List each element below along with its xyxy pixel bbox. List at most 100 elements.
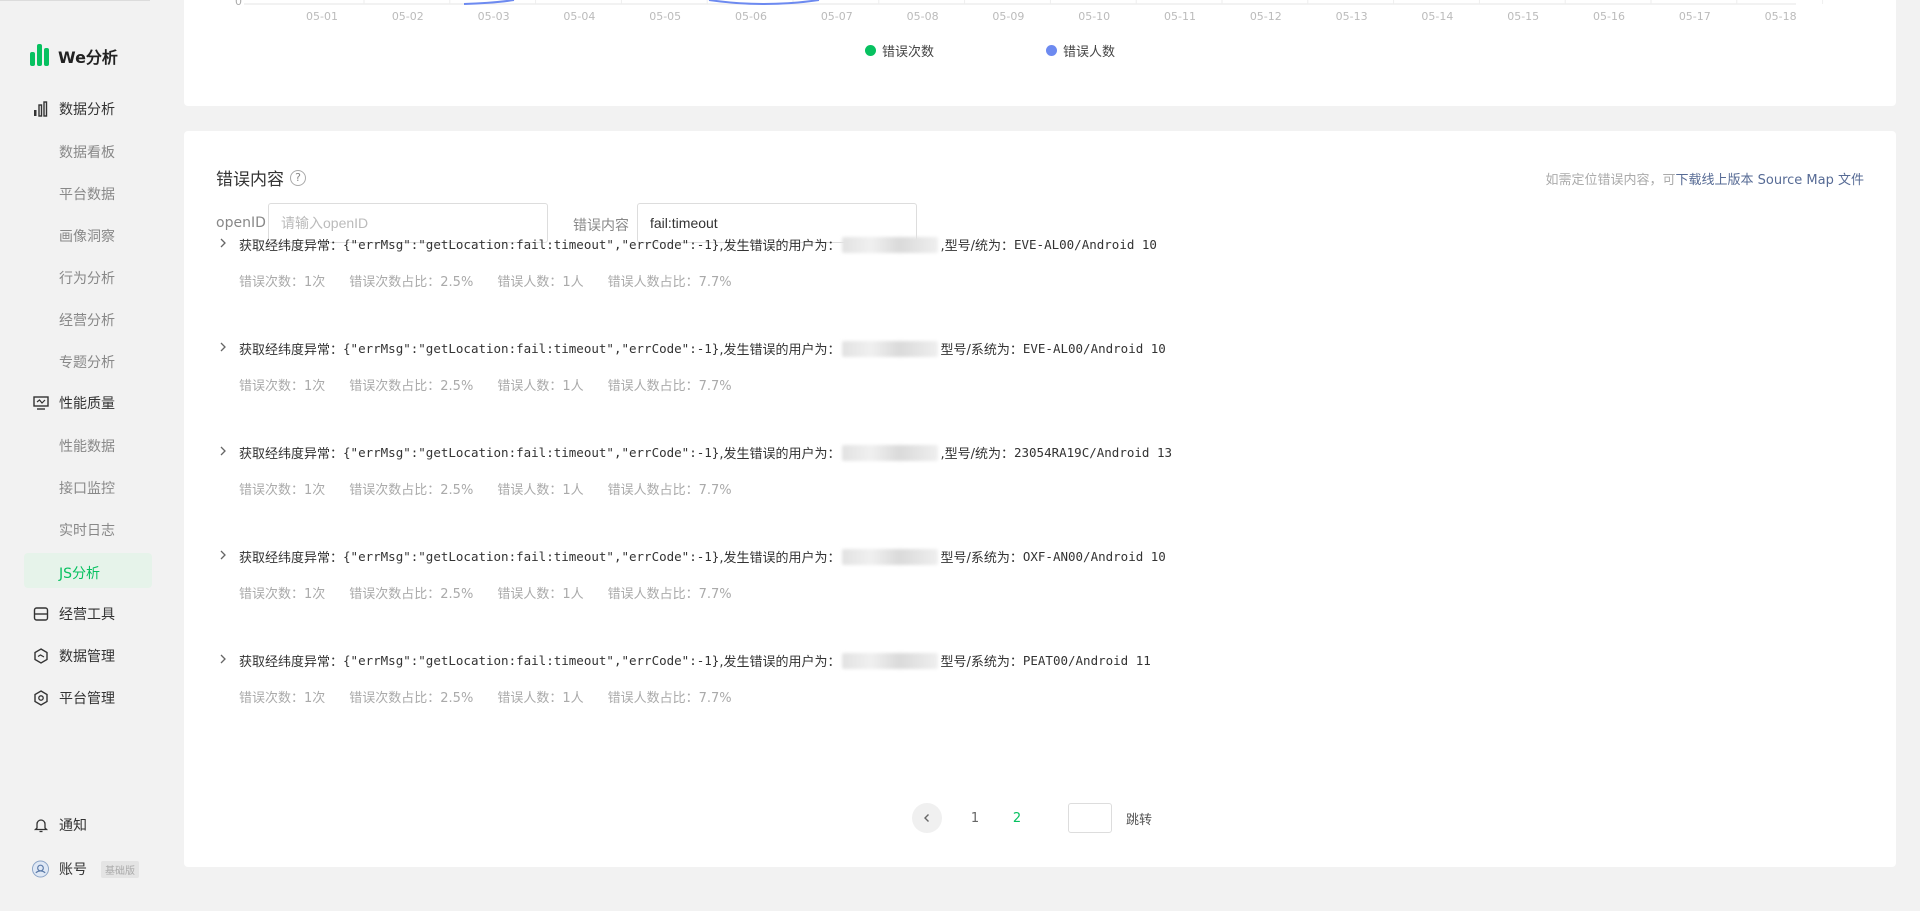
x-tick-label: 05-06 [735, 10, 767, 23]
error-stats: 错误次数：1次 错误次数占比：2.5% 错误人数：1人 错误人数占比：7.7% [239, 375, 732, 394]
notice-button[interactable]: 通知 [32, 815, 87, 835]
x-tick-label: 05-15 [1507, 10, 1539, 23]
error-trend-chart-card: 0 05-01 05-02 05-03 05-04 05-05 05-06 05-07 05-0… [184, 0, 1896, 106]
error-message: 获取经纬度异常： {"errMsg":"getLocation:fail:tim… [239, 443, 1172, 462]
drawer-icon [32, 606, 49, 623]
error-device-model: OXF-AN00/Android 10 [1022, 549, 1166, 564]
prev-page-button[interactable] [912, 803, 942, 833]
page-jump-button[interactable]: 跳转 [1126, 809, 1152, 828]
hexagon-check-icon [32, 648, 49, 665]
error-stat: 错误次数：1次 [239, 275, 326, 290]
error-stat: 错误人数占比：7.7% [607, 691, 732, 706]
error-message: 获取经纬度异常： {"errMsg":"getLocation:fail:tim… [239, 235, 1157, 254]
error-payload: {"errMsg":"getLocation:fail:timeout","er… [343, 549, 720, 564]
error-payload: {"errMsg":"getLocation:fail:timeout","er… [343, 653, 720, 668]
error-prefix: 获取经纬度异常： [239, 447, 344, 462]
sidebar: We分析 数据分析 数据看板 平台数据 画像洞察 行为分析 经营分析 专题分析 … [0, 0, 162, 911]
error-stat: 错误人数：1人 [497, 275, 584, 290]
redacted-user-id [842, 548, 939, 565]
chevron-right-icon[interactable] [216, 235, 230, 249]
x-tick-label: 05-17 [1679, 10, 1711, 23]
error-payload: {"errMsg":"getLocation:fail:timeout","er… [343, 341, 720, 356]
chevron-right-icon[interactable] [216, 339, 230, 353]
hexagon-gear-icon [32, 690, 49, 707]
account-label: 账号 [59, 862, 87, 878]
legend-item-error-users[interactable]: 错误人数 [1046, 41, 1115, 60]
legend-item-error-count[interactable]: 错误次数 [865, 41, 934, 60]
error-user-label: ,发生错误的用户为： [719, 343, 841, 358]
error-payload: {"errMsg":"getLocation:fail:timeout","er… [343, 237, 720, 252]
chevron-right-icon[interactable] [216, 547, 230, 561]
legend-label: 错误人数 [1063, 45, 1116, 60]
sidebar-item-api-monitor[interactable]: 接口监控 [59, 478, 115, 498]
error-device-model: EVE-AL00/Android 10 [1013, 237, 1157, 252]
nav-group-business-tools[interactable]: 经营工具 [32, 604, 115, 624]
sidebar-item-topic-analysis[interactable]: 专题分析 [59, 352, 115, 372]
monitor-icon [32, 395, 49, 412]
divider [0, 0, 150, 1]
x-tick-label: 05-05 [649, 10, 681, 23]
x-tick-label: 05-09 [992, 10, 1024, 23]
sidebar-item-data-board[interactable]: 数据看板 [59, 142, 115, 162]
sidebar-item-js-analysis-label: JS分析 [59, 566, 101, 582]
page-2-button[interactable]: 2 [1002, 811, 1032, 826]
chevron-right-icon[interactable] [216, 651, 230, 665]
download-source-map-link[interactable]: 下载线上版本 Source Map 文件 [1676, 173, 1864, 188]
page-jump-input[interactable] [1068, 803, 1112, 833]
x-tick-label: 05-13 [1336, 10, 1368, 23]
error-user-label: ,发生错误的用户为： [719, 239, 841, 254]
nav-group-data-analysis[interactable]: 数据分析 [32, 99, 115, 119]
error-content-label: 错误内容 [573, 218, 629, 234]
error-message: 获取经纬度异常： {"errMsg":"getLocation:fail:tim… [239, 339, 1166, 358]
error-stat: 错误次数占比：2.5% [349, 587, 474, 602]
error-device-model: PEAT00/Android 11 [1022, 653, 1151, 668]
sidebar-item-behavior-analysis[interactable]: 行为分析 [59, 268, 115, 288]
error-stat: 错误次数占比：2.5% [349, 691, 474, 706]
legend-dot [865, 45, 876, 56]
redacted-user-id [842, 652, 939, 669]
nav-group-performance[interactable]: 性能质量 [32, 393, 115, 413]
error-message: 获取经纬度异常： {"errMsg":"getLocation:fail:tim… [239, 547, 1166, 566]
error-stat: 错误次数占比：2.5% [349, 483, 474, 498]
error-stat: 错误人数：1人 [497, 691, 584, 706]
error-prefix: 获取经纬度异常： [239, 343, 344, 358]
error-stats: 错误次数：1次 错误次数占比：2.5% 错误人数：1人 错误人数占比：7.7% [239, 687, 732, 706]
x-tick-label: 05-01 [306, 10, 338, 23]
nav-group-data-management[interactable]: 数据管理 [32, 646, 115, 666]
error-stat: 错误人数占比：7.7% [607, 483, 732, 498]
nav-group-label: 性能质量 [59, 396, 115, 412]
bell-icon [32, 817, 49, 834]
nav-group-label: 平台管理 [59, 691, 115, 707]
sidebar-item-business-analysis[interactable]: 经营分析 [59, 310, 115, 330]
x-tick-label: 05-02 [392, 10, 424, 23]
x-tick-label: 05-04 [563, 10, 595, 23]
nav-group-platform-management[interactable]: 平台管理 [32, 688, 115, 708]
error-stat: 错误人数：1人 [497, 587, 584, 602]
sidebar-item-platform-data[interactable]: 平台数据 [59, 184, 115, 204]
error-device-model: EVE-AL00/Android 10 [1022, 341, 1166, 356]
error-user-label: ,发生错误的用户为： [719, 655, 841, 670]
error-message: 获取经纬度异常： {"errMsg":"getLocation:fail:tim… [239, 651, 1151, 670]
redacted-user-id [842, 444, 939, 461]
legend-label: 错误次数 [882, 45, 935, 60]
sidebar-item-realtime-log[interactable]: 实时日志 [59, 520, 115, 540]
error-prefix: 获取经纬度异常： [239, 239, 344, 254]
brand[interactable]: We分析 [30, 44, 118, 68]
error-content-card: 错误内容 ? 如需定位错误内容，可下载线上版本 Source Map 文件 op… [184, 131, 1896, 867]
account-tier-badge: 基础版 [101, 860, 139, 878]
error-stats: 错误次数：1次 错误次数占比：2.5% 错误人数：1人 错误人数占比：7.7% [239, 479, 732, 498]
error-stat: 错误次数占比：2.5% [349, 379, 474, 394]
sidebar-item-portrait-insight[interactable]: 画像洞察 [59, 226, 115, 246]
source-map-hint: 如需定位错误内容，可下载线上版本 Source Map 文件 [1546, 169, 1865, 188]
chevron-right-icon[interactable] [216, 443, 230, 457]
x-tick-label: 05-07 [821, 10, 853, 23]
we-analysis-logo-icon [30, 44, 52, 68]
help-icon[interactable]: ? [290, 169, 306, 186]
x-tick-label: 05-08 [907, 10, 939, 23]
page-1-button[interactable]: 1 [960, 811, 990, 826]
x-tick-label: 05-10 [1078, 10, 1110, 23]
error-model-label: ,型号/统为： [940, 239, 1014, 254]
redacted-user-id [842, 236, 939, 253]
sidebar-item-performance-data[interactable]: 性能数据 [59, 436, 115, 456]
account-button[interactable]: 账号 基础版 [32, 859, 139, 879]
